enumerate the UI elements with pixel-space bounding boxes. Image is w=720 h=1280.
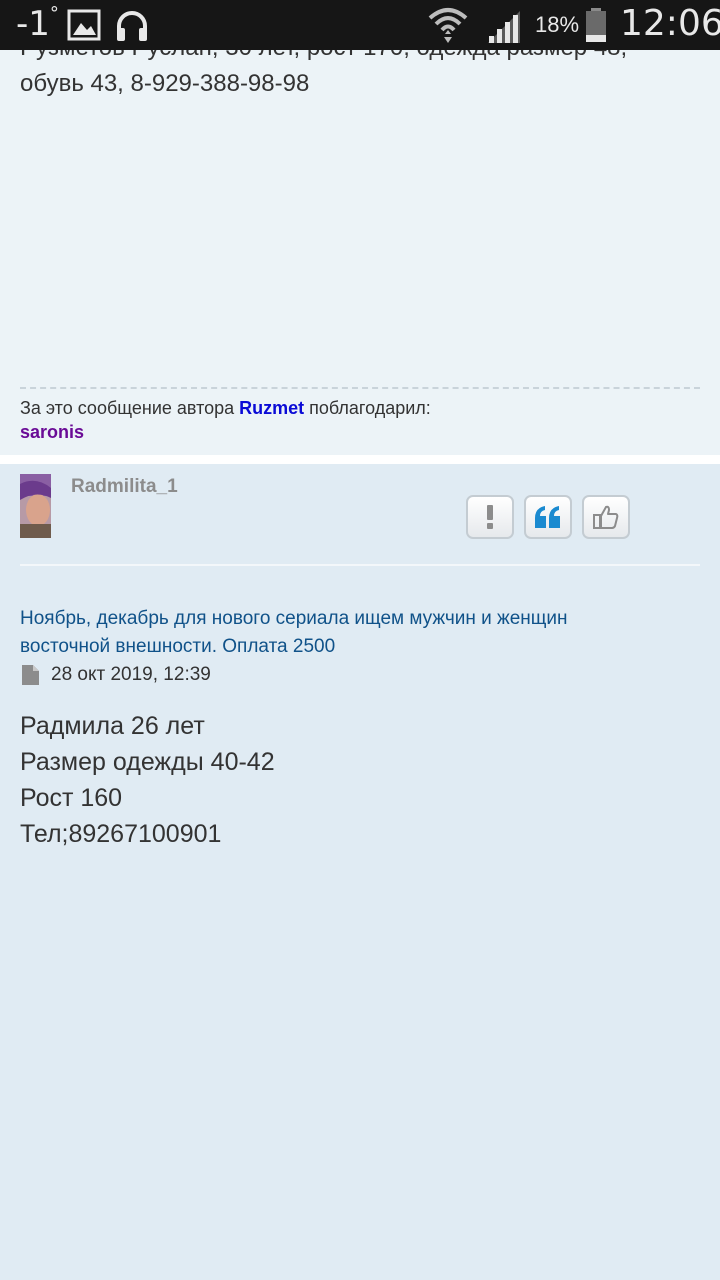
post-body-line: Рост 160 [20,784,123,812]
post-document-icon [22,665,39,685]
post-body: Радмила 26 лет Размер одежды 40-42 Рост … [20,708,275,852]
post-header-divider [20,564,700,566]
post-body-line: Радмила 26 лет [20,712,205,740]
post-text-line: обувь 43, 8-929-388-98-98 [20,70,310,97]
battery-icon [586,8,606,42]
post-body-line: Тел;89267100901 [20,820,222,848]
dashed-divider [20,387,700,389]
gallery-icon [67,9,101,41]
post-author-username[interactable]: Radmilita_1 [71,476,178,498]
post-topic-title-link[interactable]: Ноябрь, декабрь для нового сериала ищем … [20,605,660,661]
thanks-prefix: За это сообщение автора [20,398,240,418]
thanks-line: За это сообщение автора Ruzmet поблагода… [20,396,431,420]
report-button[interactable] [466,495,514,539]
cell-signal-icon [488,11,520,43]
thanks-suffix: поблагодарил: [304,398,431,418]
quote-button[interactable] [524,495,572,539]
thanks-author-link[interactable]: Ruzmet [239,398,304,418]
post-separator [0,455,720,464]
exclamation-icon [487,505,493,529]
post-body-line: Размер одежды 40-42 [20,748,275,776]
weather-temperature: -1° [16,2,59,44]
post-date: 28 окт 2019, 12:39 [51,664,211,685]
quote-icon [535,506,560,528]
wifi-icon [428,8,468,43]
previous-post: Рузметов Руслан, 30 лет, рост 170, одежд… [0,0,720,455]
clock: 12:06 [620,3,720,44]
thumbs-up-icon [593,505,619,529]
avatar[interactable] [20,474,51,538]
status-bar: -1° 18% 12:06 [0,0,720,50]
thanked-user-link[interactable]: saronis [20,422,84,443]
like-button[interactable] [582,495,630,539]
headphones-icon [117,11,147,41]
battery-percent: 18% [535,12,580,37]
